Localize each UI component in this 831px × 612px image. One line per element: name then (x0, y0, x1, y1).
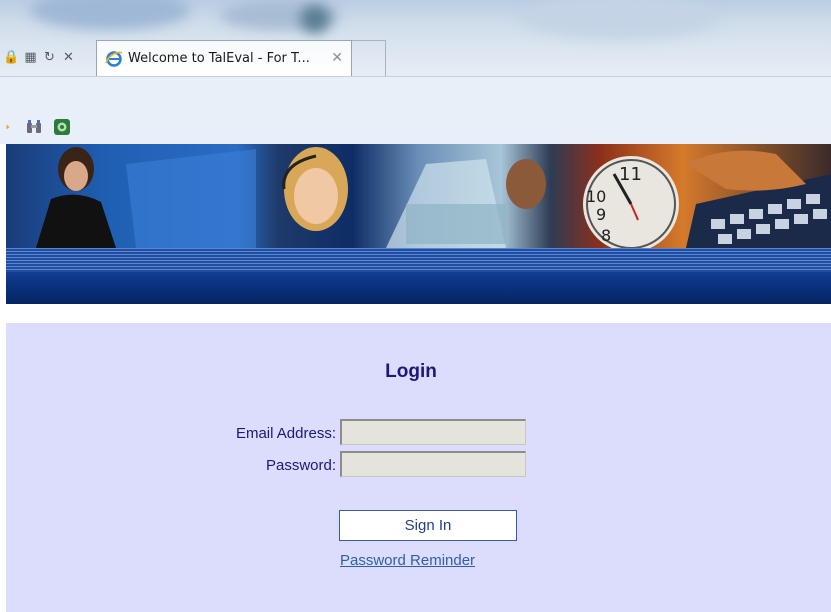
tab-title: Welcome to TalEval - For T... (128, 51, 310, 66)
email-label: Email Address: (235, 425, 336, 442)
stop-icon[interactable]: ✕ (61, 49, 76, 65)
refresh-icon[interactable]: ↻ (42, 49, 57, 65)
close-tab-icon[interactable]: ✕ (331, 50, 343, 66)
arrow-icon[interactable] (6, 119, 14, 135)
browser-chrome: 🔒 ▦ ↻ ✕ Welcome to TalEval - For T... ✕ (0, 0, 831, 76)
command-bar (0, 76, 831, 144)
password-field[interactable] (340, 451, 526, 477)
lock-icon[interactable]: 🔒 (3, 49, 19, 65)
toolbar-icons (6, 119, 70, 135)
internet-explorer-icon (105, 50, 123, 67)
email-field[interactable] (340, 419, 526, 445)
svg-text:9: 9 (596, 205, 606, 224)
sign-in-button[interactable]: Sign In (339, 510, 517, 541)
compatibility-icon[interactable]: ▦ (23, 49, 38, 65)
header-banner: 11 9 8 10 (6, 144, 831, 304)
browser-tab[interactable]: Welcome to TalEval - For T... ✕ (96, 40, 352, 76)
address-bar-icons: 🔒 ▦ ↻ ✕ (3, 46, 76, 68)
login-title: Login (385, 361, 437, 382)
new-tab-button[interactable] (352, 40, 386, 76)
svg-text:11: 11 (619, 164, 642, 185)
evernote-icon[interactable] (54, 119, 70, 135)
password-label: Password: (265, 457, 336, 474)
svg-text:10: 10 (586, 187, 606, 206)
svg-text:8: 8 (601, 226, 611, 245)
login-panel: Login Email Address: Password: Sign In P… (6, 323, 831, 612)
banner-stripes (6, 248, 831, 272)
password-reminder-link[interactable]: Password Reminder (340, 552, 475, 569)
banner-photo-collage: 11 9 8 10 (6, 144, 831, 248)
banner-bar (6, 272, 831, 304)
binoculars-icon[interactable] (26, 119, 42, 135)
